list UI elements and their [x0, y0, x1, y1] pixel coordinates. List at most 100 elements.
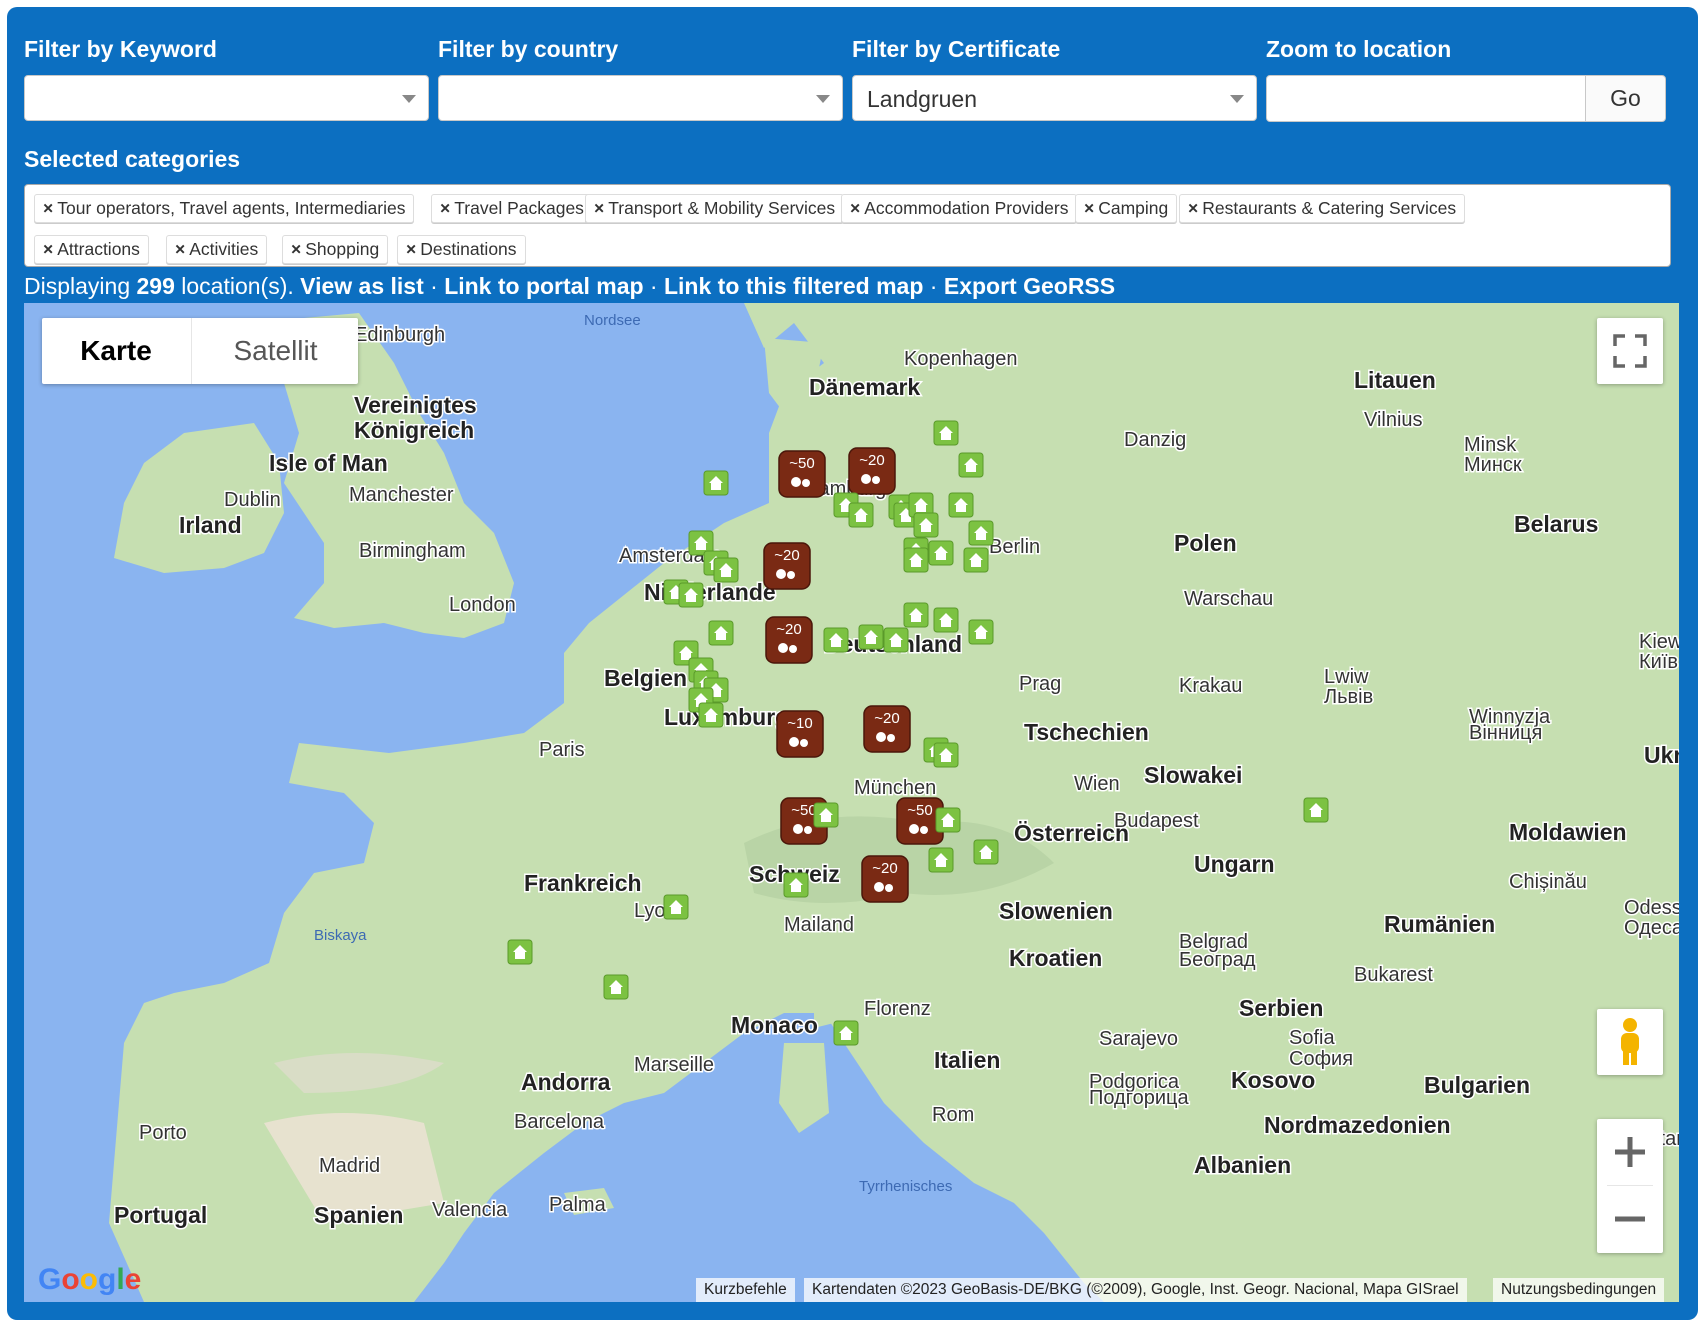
- city-label: Київ: [1639, 651, 1678, 673]
- selected-categories-title: Selected categories: [24, 146, 241, 172]
- category-tag[interactable]: × Destinations: [397, 235, 526, 264]
- zoom-location-input[interactable]: [1266, 75, 1586, 122]
- home-marker[interactable]: [948, 492, 974, 518]
- map-type-karte-button[interactable]: Karte: [42, 318, 190, 384]
- category-tag[interactable]: × Shopping: [282, 235, 389, 264]
- home-marker[interactable]: [678, 582, 704, 608]
- home-marker[interactable]: [903, 547, 929, 573]
- remove-tag-icon[interactable]: ×: [43, 239, 53, 259]
- cluster-marker[interactable]: ~20: [863, 705, 911, 753]
- remove-tag-icon[interactable]: ×: [594, 198, 604, 218]
- home-marker[interactable]: [858, 624, 884, 650]
- cluster-marker[interactable]: ~50: [778, 450, 826, 498]
- home-marker[interactable]: [703, 470, 729, 496]
- cluster-marker[interactable]: ~20: [848, 447, 896, 495]
- cluster-marker[interactable]: ~20: [861, 855, 909, 903]
- home-marker[interactable]: [933, 420, 959, 446]
- remove-tag-icon[interactable]: ×: [291, 239, 301, 259]
- home-marker[interactable]: [603, 974, 629, 1000]
- category-tag[interactable]: × Tour operators, Travel agents, Intermed…: [34, 194, 415, 223]
- terms-link[interactable]: Nutzungsbedingungen: [1493, 1278, 1665, 1302]
- country-label: Isle of Man: [269, 450, 388, 476]
- home-marker[interactable]: [883, 627, 909, 653]
- cluster-marker[interactable]: ~20: [765, 616, 813, 664]
- city-label: Kiew: [1639, 631, 1679, 653]
- home-marker[interactable]: [963, 547, 989, 573]
- city-label: Београд: [1179, 949, 1256, 971]
- home-marker[interactable]: [783, 872, 809, 898]
- city-label: Madrid: [319, 1155, 380, 1177]
- view-as-list-link[interactable]: View as list: [300, 273, 424, 299]
- city-label: Vilnius: [1364, 409, 1423, 431]
- filtered-map-link[interactable]: Link to this filtered map: [664, 273, 923, 299]
- certificate-select[interactable]: Landgruen: [852, 75, 1257, 121]
- remove-tag-icon[interactable]: ×: [43, 198, 53, 218]
- map-type-control[interactable]: Karte Satellit: [42, 318, 358, 384]
- cluster-marker[interactable]: ~20: [763, 542, 811, 590]
- remove-tag-icon[interactable]: ×: [850, 198, 860, 218]
- home-marker[interactable]: [973, 839, 999, 865]
- country-label: Ungarn: [1194, 851, 1275, 877]
- home-marker[interactable]: [903, 602, 929, 628]
- home-marker[interactable]: [928, 540, 954, 566]
- remove-tag-icon[interactable]: ×: [175, 239, 185, 259]
- city-label: Одеса: [1624, 917, 1679, 939]
- category-tag[interactable]: × Camping: [1075, 194, 1178, 223]
- map-canvas[interactable]: Nordsee Biskaya Tyrrhenisches Dänemark Verei…: [24, 303, 1679, 1302]
- chevron-down-icon: [1230, 95, 1244, 103]
- portal-map-link[interactable]: Link to portal map: [444, 273, 643, 299]
- remove-tag-icon[interactable]: ×: [1084, 198, 1094, 218]
- keyboard-shortcuts-link[interactable]: Kurzbefehle: [696, 1278, 795, 1302]
- home-marker[interactable]: [833, 1020, 859, 1046]
- home-marker[interactable]: [935, 807, 961, 833]
- certificate-filter-label: Filter by Certificate: [852, 36, 1061, 62]
- home-marker[interactable]: [968, 520, 994, 546]
- city-label: Wien: [1074, 773, 1120, 795]
- home-marker[interactable]: [698, 702, 724, 728]
- home-marker[interactable]: [928, 847, 954, 873]
- home-marker[interactable]: [813, 802, 839, 828]
- country-label: Österreich: [1014, 820, 1129, 846]
- category-tag[interactable]: × Attractions: [34, 235, 149, 264]
- country-label: Polen: [1174, 530, 1237, 556]
- map-type-satellit-button[interactable]: Satellit: [191, 318, 359, 384]
- keyword-select[interactable]: [24, 75, 429, 121]
- home-marker[interactable]: [507, 939, 533, 965]
- home-marker[interactable]: [1303, 797, 1329, 823]
- home-marker[interactable]: [968, 619, 994, 645]
- country-label: Slowenien: [999, 898, 1113, 924]
- home-marker[interactable]: [708, 620, 734, 646]
- zoom-control[interactable]: [1597, 1119, 1663, 1253]
- export-georss-link[interactable]: Export GeoRSS: [944, 273, 1115, 299]
- category-tag[interactable]: × Restaurants & Catering Services: [1179, 194, 1466, 223]
- country-label: Dänemark: [809, 374, 920, 400]
- fullscreen-icon: [1613, 334, 1647, 368]
- category-tag[interactable]: × Travel Packages: [431, 194, 593, 223]
- home-marker[interactable]: [933, 742, 959, 768]
- google-logo: Google: [38, 1263, 142, 1296]
- category-tag[interactable]: × Accommodation Providers: [841, 194, 1078, 223]
- home-marker[interactable]: [823, 627, 849, 653]
- street-view-button[interactable]: [1597, 1009, 1663, 1075]
- category-tag[interactable]: × Activities: [166, 235, 268, 264]
- home-marker[interactable]: [713, 557, 739, 583]
- home-marker[interactable]: [663, 894, 689, 920]
- fullscreen-button[interactable]: [1597, 318, 1663, 384]
- cluster-marker[interactable]: ~10: [776, 710, 824, 758]
- category-tag[interactable]: × Transport & Mobility Services: [585, 194, 845, 223]
- category-tag-label: Travel Packages: [454, 198, 584, 218]
- home-marker[interactable]: [933, 607, 959, 633]
- home-marker[interactable]: [958, 452, 984, 478]
- go-button[interactable]: Go: [1585, 75, 1666, 122]
- home-marker[interactable]: [913, 512, 939, 538]
- city-label: Danzig: [1124, 429, 1186, 451]
- home-marker[interactable]: [848, 502, 874, 528]
- category-tag-label: Accommodation Providers: [864, 198, 1069, 218]
- remove-tag-icon[interactable]: ×: [1188, 198, 1198, 218]
- country-select[interactable]: [438, 75, 843, 121]
- remove-tag-icon[interactable]: ×: [406, 239, 416, 259]
- remove-tag-icon[interactable]: ×: [440, 198, 450, 218]
- zoom-in-icon[interactable]: [1597, 1119, 1663, 1185]
- zoom-out-icon[interactable]: [1597, 1186, 1663, 1252]
- category-tag-box[interactable]: × Tour operators, Travel agents, Intermed…: [24, 184, 1671, 267]
